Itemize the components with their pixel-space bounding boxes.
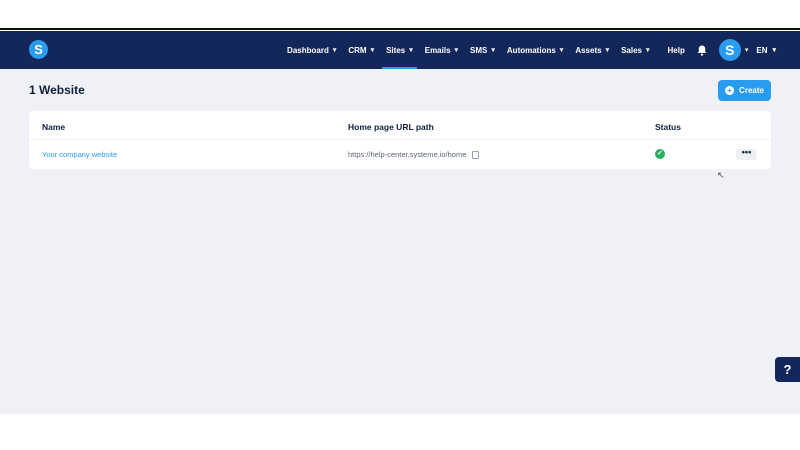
bottom-blank (0, 414, 800, 450)
column-header-name: Name (42, 122, 66, 132)
bell-icon[interactable] (695, 45, 709, 56)
top-navbar: S Dashboard ▾ CRM ▾ Sites ▾ Emails ▾ SMS ▾ Au… (0, 31, 800, 69)
create-button-label: Create (739, 86, 764, 95)
help-button[interactable]: ? (775, 357, 800, 382)
chevron-down-icon: ▾ (559, 47, 564, 54)
copy-icon[interactable] (472, 150, 480, 159)
main-content: 1 Website + Create Name Home page URL pa… (0, 69, 800, 414)
nav-dashboard-label: Dashboard (287, 45, 329, 55)
nav-sites[interactable]: Sites ▾ (380, 31, 419, 69)
column-header-url: Home page URL path (348, 122, 434, 132)
chevron-down-icon: ▾ (491, 47, 495, 54)
chevron-down-icon[interactable]: ▾ (745, 46, 749, 54)
language-selector[interactable]: EN ▾ (756, 46, 776, 55)
nav-automations-label: Automations (506, 45, 556, 55)
plus-icon: + (725, 86, 735, 95)
chevron-down-icon: ▾ (454, 47, 459, 54)
avatar[interactable]: S (718, 39, 741, 61)
nav-help-label: Help (667, 45, 685, 55)
table-row: Your company website https://help-center… (29, 140, 771, 169)
nav-sms[interactable]: SMS ▾ (464, 31, 501, 69)
website-url-text: https://help-center.systeme.io/home (348, 150, 467, 159)
chevron-down-icon: ▾ (370, 47, 375, 54)
nav-sales-label: Sales (621, 45, 642, 55)
nav-sites-label: Sites (386, 45, 406, 55)
nav-automations[interactable]: Automations ▾ (501, 31, 569, 69)
chevron-down-icon: ▾ (772, 47, 776, 54)
chevron-down-icon: ▾ (332, 47, 337, 54)
nav-assets[interactable]: Assets ▾ (569, 31, 615, 69)
nav-sales[interactable]: Sales ▾ (615, 31, 655, 69)
nav-crm[interactable]: CRM ▾ (342, 31, 380, 69)
status-check-icon: ✓ (655, 149, 665, 159)
browser-top-bar (0, 0, 800, 30)
chevron-down-icon: ▾ (409, 47, 413, 54)
nav-sms-label: SMS (470, 45, 488, 55)
website-name-link[interactable]: Your company website (42, 150, 117, 159)
nav-emails[interactable]: Emails ▾ (419, 31, 464, 69)
app-logo[interactable]: S (29, 40, 48, 59)
mouse-cursor-icon: ↖ (717, 170, 725, 180)
language-label: EN (756, 45, 768, 55)
chevron-down-icon: ▾ (605, 47, 610, 54)
more-actions-button[interactable]: ••• (736, 148, 757, 160)
nav-emails-label: Emails (424, 45, 451, 55)
create-button[interactable]: + Create (718, 80, 771, 101)
nav-assets-label: Assets (575, 45, 602, 55)
table-header: Name Home page URL path Status (29, 111, 771, 140)
main-nav: Dashboard ▾ CRM ▾ Sites ▾ Emails ▾ SMS ▾ Auto… (281, 31, 800, 69)
websites-table: Name Home page URL path Status Your comp… (29, 111, 771, 169)
page-title: 1 Website (29, 83, 85, 97)
website-url: https://help-center.systeme.io/home (348, 150, 480, 159)
column-header-status: Status (655, 122, 681, 132)
nav-dashboard[interactable]: Dashboard ▾ (281, 31, 342, 69)
nav-crm-label: CRM (348, 45, 367, 55)
chevron-down-icon: ▾ (645, 47, 650, 54)
nav-help[interactable]: Help (662, 31, 691, 69)
